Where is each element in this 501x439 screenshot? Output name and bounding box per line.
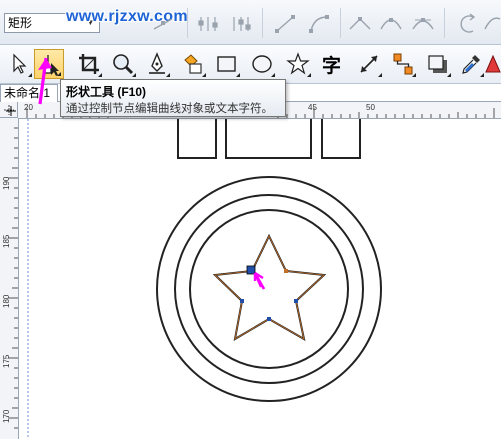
connector-tool-icon[interactable] [388, 49, 418, 79]
polygon-tool-icon[interactable] [283, 49, 313, 79]
zoom-tool-icon[interactable] [108, 49, 138, 79]
ruler-label: 50 [366, 103, 375, 112]
flyout-indicator [166, 73, 170, 77]
star-path-highlight [214, 235, 325, 340]
dimension-tool-icon[interactable] [354, 49, 384, 79]
separator [187, 8, 188, 38]
fill-icon[interactable] [480, 49, 501, 79]
rectangle-shape [225, 119, 312, 159]
text-tool-glyph: 字 [322, 55, 342, 77]
drop-shadow-icon[interactable] [423, 49, 453, 79]
break-curve-icon[interactable] [228, 11, 254, 37]
ruler-label: 170 [2, 409, 11, 423]
selected-node [246, 265, 256, 275]
flyout-indicator [98, 73, 102, 77]
flyout-indicator [202, 73, 206, 77]
shape-type-select-value: 矩形 [8, 16, 33, 30]
cusp-node-icon[interactable] [347, 11, 373, 37]
vertical-ruler[interactable]: 190 185 180 175 170 [0, 118, 19, 439]
flyout-indicator [307, 73, 311, 77]
ruler-label: 180 [2, 294, 11, 308]
ruler-label: 175 [2, 354, 11, 368]
convert-to-curve-icon[interactable] [306, 11, 332, 37]
ruler-label: 190 [2, 176, 11, 190]
freehand-tool-icon[interactable] [142, 49, 172, 79]
tooltip-title: 形状工具 (F10) [66, 85, 147, 99]
drawing-canvas[interactable] [19, 119, 501, 439]
path-nodes [240, 269, 298, 321]
tooltip: 形状工具 (F10) 通过控制节点编辑曲线对象或文本字符。 [60, 79, 286, 117]
flyout-indicator [412, 73, 416, 77]
convert-to-line-icon[interactable] [272, 11, 298, 37]
reverse-direction-icon[interactable] [455, 11, 481, 37]
property-bar: 矩形 ▼ www.rjzxw.com [0, 0, 501, 45]
inner-circle [189, 209, 349, 369]
flyout-indicator [447, 73, 451, 77]
crosshair-cursor-icon [6, 106, 16, 116]
flyout-indicator [236, 73, 240, 77]
join-nodes-icon[interactable] [195, 11, 221, 37]
add-node-icon[interactable] [150, 11, 176, 37]
rectangle-shape [177, 119, 217, 159]
separator [444, 8, 445, 38]
canvas-drawing [27, 119, 382, 439]
symmetric-node-icon[interactable] [410, 11, 436, 37]
ruler-label: 45 [308, 103, 317, 112]
flyout-indicator [378, 73, 382, 77]
star-shape [212, 233, 327, 341]
rectangle-shape [321, 119, 361, 159]
ruler-label: 185 [2, 234, 11, 248]
crop-tool-icon[interactable] [74, 49, 104, 79]
flyout-indicator [271, 73, 275, 77]
separator [262, 8, 263, 38]
vertical-ruler-ticks [8, 127, 18, 429]
smooth-node-icon[interactable] [378, 11, 404, 37]
middle-circle [174, 194, 364, 384]
rectangle-tool-icon[interactable] [212, 49, 242, 79]
extend-curve-icon[interactable] [482, 11, 501, 37]
smart-fill-icon[interactable] [178, 49, 208, 79]
flyout-indicator [132, 73, 136, 77]
text-tool-icon[interactable]: 字 [318, 49, 348, 79]
tooltip-description: 通过控制节点编辑曲线对象或文本字符。 [66, 103, 273, 115]
ellipse-tool-icon[interactable] [247, 49, 277, 79]
separator [340, 8, 341, 38]
